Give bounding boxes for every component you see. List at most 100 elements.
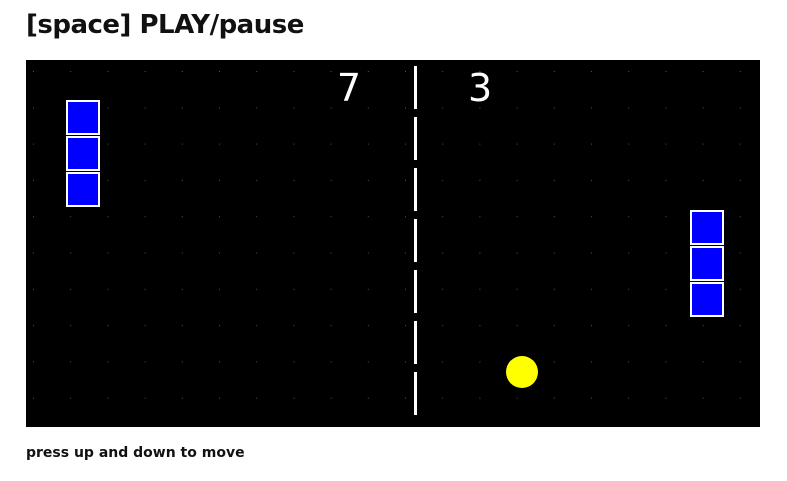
grid-dot <box>739 361 741 363</box>
grid-dot <box>739 143 741 145</box>
grid-dot <box>739 107 741 109</box>
grid-dot <box>442 143 444 145</box>
grid-dot <box>367 71 369 72</box>
net-dash <box>414 270 417 313</box>
grid-dot <box>553 288 555 290</box>
grid-dot <box>330 325 332 327</box>
game-canvas: 7 3 <box>33 66 741 415</box>
grid-dots <box>33 71 741 399</box>
grid-dot <box>256 179 258 181</box>
grid-dot <box>405 216 406 218</box>
grid-dot <box>330 143 332 145</box>
grid-dot <box>144 397 146 399</box>
grid-dot <box>628 397 630 399</box>
grid-dot <box>33 325 34 327</box>
grid-dot <box>442 325 444 327</box>
grid-dot <box>591 216 592 218</box>
grid-dot <box>256 397 258 399</box>
grid-dot <box>442 288 444 290</box>
grid-dot <box>702 107 704 109</box>
grid-dot <box>628 252 630 254</box>
grid-dot <box>702 361 704 363</box>
grid-dot <box>70 216 72 218</box>
grid-dot <box>479 143 481 145</box>
grid-dot <box>181 252 183 254</box>
grid-dot <box>293 252 295 254</box>
grid-dot <box>479 252 481 254</box>
grid-dot <box>107 361 109 363</box>
grid-dot <box>181 288 183 290</box>
grid-dot <box>665 325 667 327</box>
grid-dot <box>70 325 72 327</box>
grid-dot <box>591 361 592 363</box>
grid-dot <box>665 397 667 399</box>
grid-dot <box>553 143 555 145</box>
grid-dot <box>479 216 481 218</box>
grid-dot <box>181 143 183 145</box>
grid-dot <box>293 179 295 181</box>
grid-dot <box>219 361 220 363</box>
grid-dot <box>479 397 481 399</box>
grid-dot <box>516 143 518 145</box>
grid-dot <box>33 361 34 363</box>
grid-dot <box>144 107 146 109</box>
grid-dot <box>442 397 444 399</box>
grid-dot <box>144 252 146 254</box>
grid-dot <box>405 179 406 181</box>
grid-dot <box>553 107 555 109</box>
grid-dot <box>367 252 369 254</box>
grid-dot <box>553 252 555 254</box>
grid-dot <box>219 288 220 290</box>
grid-dot <box>367 179 369 181</box>
grid-dot <box>330 252 332 254</box>
grid-dot <box>479 361 481 363</box>
grid-dot <box>479 179 481 181</box>
grid-dot <box>405 143 406 145</box>
grid-dot <box>702 143 704 145</box>
grid-dot <box>553 179 555 181</box>
grid-dot <box>739 288 741 290</box>
grid-dot <box>591 288 592 290</box>
grid-dot <box>739 325 741 327</box>
grid-dot <box>516 216 518 218</box>
grid-dot <box>181 71 183 72</box>
grid-dot <box>256 325 258 327</box>
grid-dot <box>405 361 406 363</box>
game-court[interactable]: 7 3 <box>26 60 760 427</box>
grid-dot <box>33 179 34 181</box>
grid-dot <box>70 288 72 290</box>
grid-dot <box>219 397 220 399</box>
grid-dot <box>144 71 146 72</box>
grid-dot <box>70 397 72 399</box>
net-dash <box>414 219 417 262</box>
grid-dot <box>665 107 667 109</box>
grid-dot <box>144 325 146 327</box>
grid-dot <box>739 71 741 72</box>
grid-dot <box>33 216 34 218</box>
grid-dot <box>256 107 258 109</box>
grid-dot <box>367 107 369 109</box>
grid-dot <box>479 325 481 327</box>
grid-dot <box>553 361 555 363</box>
grid-dot <box>293 361 295 363</box>
grid-dot <box>330 179 332 181</box>
net-dash <box>414 168 417 211</box>
grid-dot <box>330 361 332 363</box>
grid-dot <box>107 325 109 327</box>
grid-dot <box>219 179 220 181</box>
paddle-segment <box>690 246 724 281</box>
grid-dot <box>144 179 146 181</box>
controls-hint: press up and down to move <box>26 445 245 461</box>
score-left: 7 <box>337 66 361 110</box>
grid-dot <box>107 216 109 218</box>
grid-dot <box>442 107 444 109</box>
grid-dot <box>516 107 518 109</box>
grid-dot <box>144 143 146 145</box>
grid-dot <box>107 179 109 181</box>
grid-dot <box>367 325 369 327</box>
grid-dot <box>293 216 295 218</box>
grid-dot <box>628 361 630 363</box>
grid-dot <box>144 216 146 218</box>
grid-dot <box>479 288 481 290</box>
grid-dot <box>367 288 369 290</box>
